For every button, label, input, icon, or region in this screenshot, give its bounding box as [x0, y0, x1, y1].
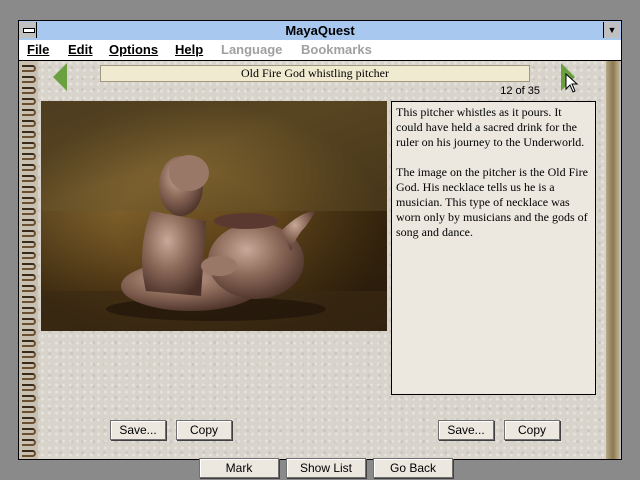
spiral-ring [22, 153, 36, 160]
spiral-ring [22, 450, 36, 457]
spiral-ring [22, 296, 36, 303]
spiral-ring [22, 395, 36, 402]
maya-quest-window: MayaQuest ▼ File Edit Options Help Langu… [18, 20, 622, 478]
menu-language[interactable]: Language [221, 42, 282, 58]
spiral-ring [22, 98, 36, 105]
save-image-button[interactable]: Save... [110, 420, 166, 440]
spiral-ring [22, 307, 36, 314]
spiral-ring [22, 219, 36, 226]
spiral-ring [22, 131, 36, 138]
spiral-ring [22, 197, 36, 204]
spiral-ring [22, 120, 36, 127]
spiral-binding [20, 61, 38, 459]
show-list-button[interactable]: Show List [286, 458, 366, 478]
spiral-ring [22, 263, 36, 270]
page-edge [606, 61, 620, 459]
description-text-box[interactable]: This pitcher whistles as it pours. It co… [391, 101, 596, 395]
spiral-ring [22, 142, 36, 149]
spiral-ring [22, 175, 36, 182]
spiral-ring [22, 285, 36, 292]
copy-image-button[interactable]: Copy [176, 420, 232, 440]
pitcher-figure-picture [41, 101, 387, 331]
system-menu-button[interactable] [20, 22, 37, 38]
page-counter: 12 of 35 [500, 85, 540, 97]
mouse-cursor-icon [565, 73, 579, 93]
menu-help[interactable]: Help [175, 42, 203, 58]
minimize-button[interactable]: ▼ [603, 22, 620, 38]
spiral-ring [22, 76, 36, 83]
spiral-ring [22, 241, 36, 248]
menu-edit[interactable]: Edit [68, 42, 93, 58]
spiral-ring [22, 65, 36, 72]
spiral-ring [22, 406, 36, 413]
menu-options[interactable]: Options [109, 42, 158, 58]
spiral-ring [22, 362, 36, 369]
chevron-down-icon: ▼ [607, 25, 617, 35]
previous-page-arrow-icon[interactable] [53, 63, 67, 91]
spiral-ring [22, 109, 36, 116]
page-caption: Old Fire God whistling pitcher [100, 65, 530, 82]
spiral-ring [22, 329, 36, 336]
notebook-page: Old Fire God whistling pitcher 12 of 35 [20, 61, 620, 478]
spiral-ring [22, 186, 36, 193]
spiral-ring [22, 384, 36, 391]
description-paragraph-2: The image on the pitcher is the Old Fire… [396, 165, 588, 239]
spiral-ring [22, 428, 36, 435]
description-paragraph-1: This pitcher whistles as it pours. It co… [396, 105, 585, 149]
menu-file[interactable]: File [27, 42, 49, 58]
mark-button[interactable]: Mark [199, 458, 279, 478]
spiral-ring [22, 230, 36, 237]
title-bar[interactable]: MayaQuest ▼ [19, 21, 621, 41]
spiral-ring [22, 252, 36, 259]
artifact-image [41, 101, 387, 331]
spiral-ring [22, 417, 36, 424]
spiral-ring [22, 274, 36, 281]
spiral-ring [22, 340, 36, 347]
spiral-ring [22, 373, 36, 380]
save-text-button[interactable]: Save... [438, 420, 494, 440]
menu-bar: File Edit Options Help Language Bookmark… [19, 40, 621, 61]
spiral-ring [22, 351, 36, 358]
spiral-ring [22, 318, 36, 325]
menu-bookmarks[interactable]: Bookmarks [301, 42, 372, 58]
spiral-ring [22, 439, 36, 446]
copy-text-button[interactable]: Copy [504, 420, 560, 440]
window-title: MayaQuest [285, 23, 355, 38]
spiral-ring [22, 208, 36, 215]
spiral-ring [22, 87, 36, 94]
spiral-ring [22, 164, 36, 171]
go-back-button[interactable]: Go Back [373, 458, 453, 478]
